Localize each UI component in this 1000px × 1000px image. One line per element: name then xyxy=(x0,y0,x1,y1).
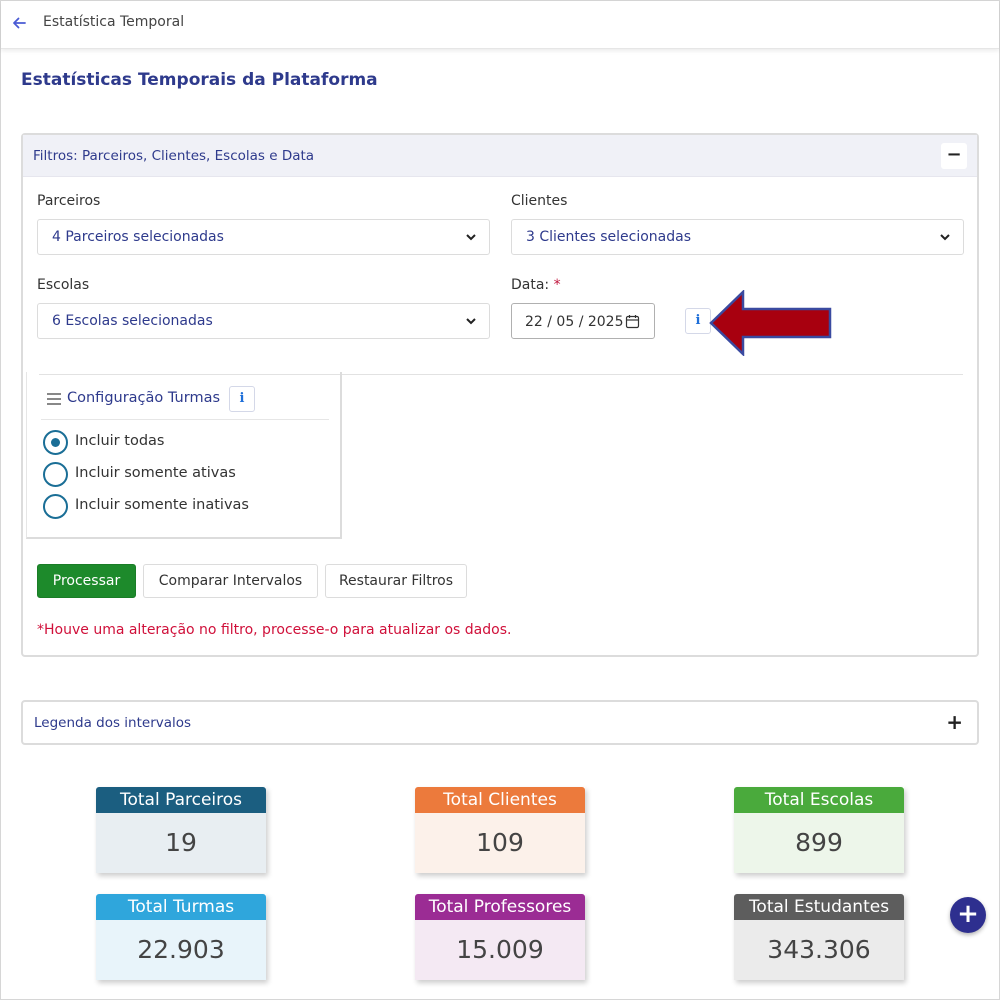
comparar-intervalos-button[interactable]: Comparar Intervalos xyxy=(143,564,318,598)
stat-card-title: Total Estudantes xyxy=(734,894,904,920)
radio-button[interactable] xyxy=(43,494,68,519)
parceiros-select-value: 4 Parceiros selecionadas xyxy=(52,229,224,245)
stat-card-value: 899 xyxy=(734,813,904,873)
radio-button[interactable] xyxy=(43,430,68,455)
chevron-down-icon xyxy=(940,234,950,241)
legend-title: Legenda dos intervalos xyxy=(34,715,192,731)
stat-card-escolas: Total Escolas 899 xyxy=(734,787,904,873)
stat-card-title: Total Turmas xyxy=(96,894,266,920)
top-bar: Estatística Temporal xyxy=(1,1,999,49)
radio-label: Incluir somente ativas xyxy=(75,465,236,481)
filter-warning-text: *Houve uma alteração no filtro, processe… xyxy=(37,622,512,638)
stat-card-professores: Total Professores 15.009 xyxy=(415,894,585,980)
data-label: Data: * xyxy=(511,277,561,293)
escolas-select-value: 6 Escolas selecionadas xyxy=(52,313,213,329)
stat-card-value: 343.306 xyxy=(734,920,904,980)
stat-card-title: Total Parceiros xyxy=(96,787,266,813)
filter-panel-title: Filtros: Parceiros, Clientes, Escolas e … xyxy=(33,148,315,164)
annotation-arrow-icon xyxy=(709,290,832,356)
radio-label: Incluir somente inativas xyxy=(75,497,249,513)
floating-add-button[interactable]: + xyxy=(950,897,986,933)
stat-card-value: 22.903 xyxy=(96,920,266,980)
stat-card-value: 19 xyxy=(96,813,266,873)
clientes-label: Clientes xyxy=(511,193,568,209)
stat-card-title: Total Professores xyxy=(415,894,585,920)
stat-card-value: 109 xyxy=(415,813,585,873)
chevron-down-icon xyxy=(466,234,476,241)
required-mark: * xyxy=(553,277,561,293)
escolas-select[interactable]: 6 Escolas selecionadas xyxy=(37,303,490,339)
filter-panel-header[interactable]: Filtros: Parceiros, Clientes, Escolas e … xyxy=(23,135,977,177)
config-turmas-title: Configuração Turmas xyxy=(67,390,221,406)
escolas-label: Escolas xyxy=(37,277,90,293)
stat-card-turmas: Total Turmas 22.903 xyxy=(96,894,266,980)
date-info-button[interactable]: i xyxy=(685,308,711,334)
stat-card-value: 15.009 xyxy=(415,920,585,980)
collapse-button[interactable]: − xyxy=(941,143,967,169)
filter-panel: Filtros: Parceiros, Clientes, Escolas e … xyxy=(21,133,979,657)
date-input[interactable]: 22 / 05 / 2025 xyxy=(511,303,655,339)
calendar-icon[interactable] xyxy=(625,314,640,329)
restaurar-filtros-button[interactable]: Restaurar Filtros xyxy=(325,564,467,598)
stat-card-title: Total Clientes xyxy=(415,787,585,813)
parceiros-select[interactable]: 4 Parceiros selecionadas xyxy=(37,219,490,255)
chevron-down-icon xyxy=(466,318,476,325)
config-turmas-header: Configuração Turmas i xyxy=(41,386,329,420)
config-info-button[interactable]: i xyxy=(229,386,255,412)
data-label-text: Data: xyxy=(511,277,550,293)
processar-button[interactable]: Processar xyxy=(37,564,136,598)
legend-panel[interactable]: Legenda dos intervalos + xyxy=(21,700,979,745)
stat-card-clientes: Total Clientes 109 xyxy=(415,787,585,873)
radio-button[interactable] xyxy=(43,462,68,487)
expand-button[interactable]: + xyxy=(946,710,963,734)
stat-card-estudantes: Total Estudantes 343.306 xyxy=(734,894,904,980)
page-title: Estatísticas Temporais da Plataforma xyxy=(21,70,378,90)
clientes-select[interactable]: 3 Clientes selecionadas xyxy=(511,219,964,255)
radio-label: Incluir todas xyxy=(75,433,165,449)
stat-card-title: Total Escolas xyxy=(734,787,904,813)
config-turmas-box: Configuração Turmas i Incluir todas Incl… xyxy=(26,372,342,539)
clientes-select-value: 3 Clientes selecionadas xyxy=(526,229,692,245)
parceiros-label: Parceiros xyxy=(37,193,101,209)
topbar-title: Estatística Temporal xyxy=(43,14,185,30)
stat-card-parceiros: Total Parceiros 19 xyxy=(96,787,266,873)
back-arrow-icon[interactable] xyxy=(11,15,27,31)
date-value: 22 / 05 / 2025 xyxy=(525,314,624,330)
menu-icon xyxy=(47,393,61,405)
